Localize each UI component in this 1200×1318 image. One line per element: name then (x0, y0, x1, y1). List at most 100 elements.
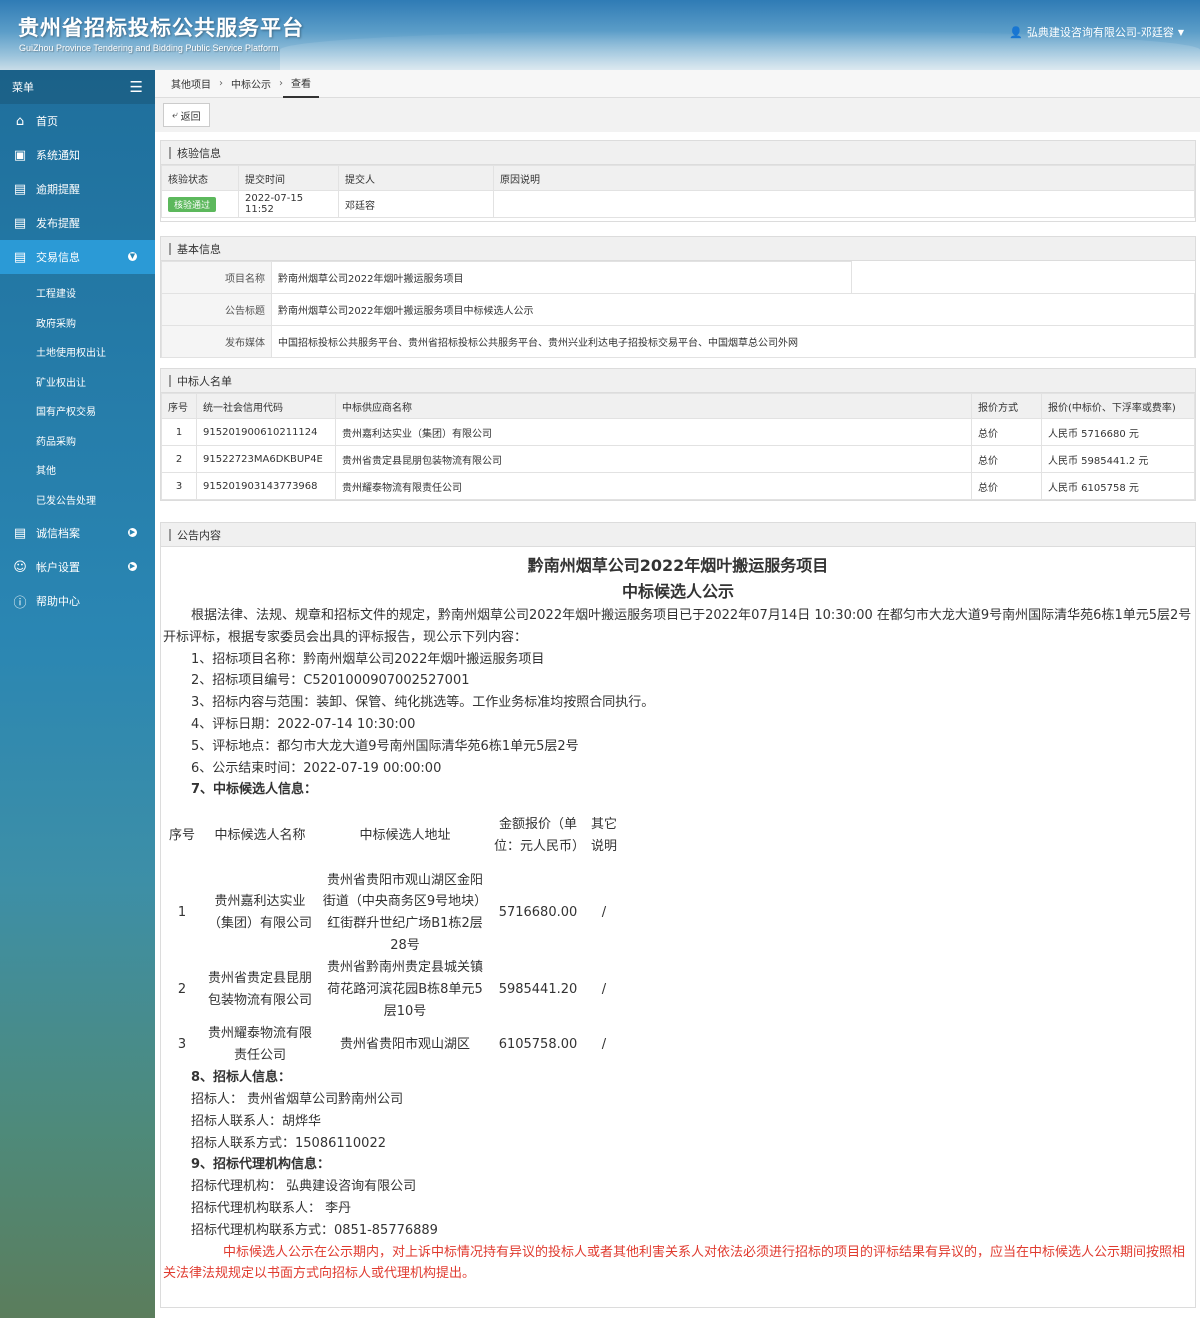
winners-panel: 中标人名单 序号 统一社会信用代码 中标供应商名称 报价方式 报价(中标价、下浮… (160, 368, 1196, 501)
table-cell: 人民币 5985441.2 元 (1041, 445, 1195, 473)
breadcrumb-item-current[interactable]: 查看 (283, 70, 319, 98)
breadcrumb: 其他项目 › 中标公示 › 查看 (155, 70, 1200, 98)
sidebar-item-overdue[interactable]: ▤ 逾期提醒 (0, 172, 155, 206)
candidates-table: 序号 中标候选人名称 中标候选人地址 金额报价（单位：元人民币） 其它说明 1 … (163, 803, 623, 1067)
basic-info-panel: 基本信息 项目名称 黔南州烟草公司2022年烟叶搬运服务项目 公告标题 黔南州烟… (160, 236, 1196, 358)
table-cell: / (601, 982, 607, 998)
announcement-item: 4、评标日期：2022-07-14 10:30:00 (191, 716, 416, 732)
col-header: 序号 (168, 828, 195, 844)
table-cell: 贵州嘉利达实业（集团）有限公司 (335, 418, 972, 446)
title-bar-mark (169, 374, 171, 387)
announcement-subheading: 中标候选人公示 (621, 582, 734, 601)
help-icon: ⓘ (13, 595, 27, 611)
panel-title: 公告内容 (161, 523, 1195, 547)
info-line: 招标人联系方式：15086110022 (191, 1135, 386, 1151)
table-cell: 2 (161, 445, 197, 473)
sidebar-item-label: 帐户设置 (36, 561, 80, 574)
user-icon: ☺ (13, 559, 27, 575)
table-cell: 1 (177, 905, 187, 921)
table-header-row: 序号 中标候选人名称 中标候选人地址 金额报价（单位：元人民币） 其它说明 (163, 803, 623, 869)
title-bar-mark (169, 528, 171, 541)
sidebar-subitem[interactable]: 国有产权交易 (0, 396, 155, 426)
table-cell: 6105758.00 (498, 1037, 578, 1053)
sidebar-subitem[interactable]: 已发公告处理 (0, 485, 155, 515)
site-subtitle: GuiZhou Province Tendering and Bidding P… (19, 43, 279, 53)
announcement-item: 6、公示结束时间：2022-07-19 00:00:00 (191, 760, 442, 776)
user-name: 弘典建设咨询有限公司-邓廷容 (1026, 26, 1174, 39)
verify-panel: 核验信息 核验状态 提交时间 提交人 原因说明 核验通过 2022-07-15 … (160, 140, 1196, 222)
chevron-right-icon: ▶ (128, 528, 137, 537)
sidebar-item-label: 交易信息 (36, 251, 80, 264)
sidebar-subitem[interactable]: 工程建设 (0, 278, 155, 308)
table-row: 1 贵州嘉利达实业（集团）有限公司 贵州省贵阳市观山湖区金阳街道（中央商务区9号… (163, 869, 623, 957)
panel-title: 核验信息 (161, 141, 1195, 165)
col-header: 序号 (161, 393, 197, 419)
info-line: 招标人联系人：胡烨华 (191, 1113, 322, 1129)
table-cell: 邓廷容 (338, 190, 494, 218)
table-cell: / (601, 905, 607, 921)
sidebar-item-publish[interactable]: ▤ 发布提醒 (0, 206, 155, 240)
section-heading: 8、招标人信息： (191, 1070, 292, 1086)
col-header: 提交人 (338, 165, 494, 191)
col-header: 统一社会信用代码 (196, 393, 336, 419)
sidebar-item-trade[interactable]: ▤ 交易信息 ▼ (0, 240, 155, 274)
sidebar-item-notice[interactable]: ▣ 系统通知 (0, 138, 155, 172)
info-line: 招标代理机构： 弘典建设咨询有限公司 (191, 1179, 417, 1195)
back-button[interactable]: ⤶ 返回 (163, 103, 210, 127)
breadcrumb-item[interactable]: 中标公示 (223, 70, 279, 98)
table-cell: 贵州省黔南州贵定县城关镇荷花路河滨花园B栋8单元5层10号 (326, 960, 483, 1020)
announcement-body: 黔南州烟草公司2022年烟叶搬运服务项目 中标候选人公示 根据法律、法规、规章和… (161, 547, 1195, 1285)
announcement-panel: 公告内容 黔南州烟草公司2022年烟叶搬运服务项目 中标候选人公示 根据法律、法… (160, 522, 1196, 1308)
table-cell (493, 190, 1195, 218)
sidebar-item-label: 发布提醒 (36, 217, 80, 230)
col-header: 金额报价（单位：元人民币） (494, 817, 586, 855)
table-cell: 贵州省贵定县昆朋包装物流有限公司 (207, 971, 312, 1009)
chevron-down-icon: ▼ (128, 252, 137, 261)
col-header: 原因说明 (493, 165, 1195, 191)
sidebar-subitem[interactable]: 其他 (0, 455, 155, 485)
info-line: 招标人： 贵州省烟草公司黔南州公司 (191, 1091, 404, 1107)
table-cell: 5985441.20 (498, 982, 578, 998)
table-row: 发布媒体 中国招标投标公共服务平台、贵州省招标投标公共服务平台、贵州兴业利达电子… (161, 325, 1195, 358)
sidebar-item-credit[interactable]: ▤ 诚信档案 ▶ (0, 516, 155, 550)
field-label: 发布媒体 (161, 325, 272, 358)
sidebar-item-label: 帮助中心 (36, 595, 80, 608)
table-cell: 人民币 6105758 元 (1041, 472, 1195, 500)
announcement-item: 2、招标项目编号：C5201000907002527001 (191, 673, 470, 689)
section-heading: 7、中标候选人信息： (191, 782, 318, 798)
panel-title: 中标人名单 (161, 369, 1195, 393)
user-menu[interactable]: 👤 弘典建设咨询有限公司-邓廷容 ▼ (1009, 24, 1184, 40)
top-header: 贵州省招标投标公共服务平台 GuiZhou Province Tendering… (0, 0, 1200, 70)
hamburger-icon[interactable]: ☰ (130, 78, 143, 96)
table-cell: 总价 (971, 418, 1042, 446)
sidebar-item-label: 逾期提醒 (36, 183, 80, 196)
announcement-heading: 黔南州烟草公司2022年烟叶搬运服务项目 (527, 556, 829, 575)
sidebar-submenu: 工程建设 政府采购 土地使用权出让 矿业权出让 国有产权交易 药品采购 其他 已… (0, 274, 155, 516)
winners-table: 序号 统一社会信用代码 中标供应商名称 报价方式 报价(中标价、下浮率或费率) … (161, 393, 1195, 500)
sidebar-item-home[interactable]: ⌂ 首页 (0, 104, 155, 138)
sidebar-subitem[interactable]: 土地使用权出让 (0, 337, 155, 367)
sidebar-subitem[interactable]: 矿业权出让 (0, 367, 155, 397)
back-icon: ⤶ (172, 109, 178, 121)
table-cell: 贵州省贵定县昆朋包装物流有限公司 (335, 445, 972, 473)
col-header: 中标候选人名称 (214, 828, 306, 844)
table-row: 3 贵州耀泰物流有限责任公司 贵州省贵阳市观山湖区 6105758.00 / (163, 1023, 623, 1067)
list-icon: ▤ (13, 249, 27, 265)
table-cell: 贵州省贵阳市观山湖区 (339, 1037, 470, 1053)
sidebar-item-account[interactable]: ☺ 帐户设置 ▶ (0, 550, 155, 584)
breadcrumb-item[interactable]: 其他项目 (163, 70, 219, 98)
list-icon: ▤ (13, 525, 27, 541)
table-cell: 贵州耀泰物流有限责任公司 (207, 1026, 312, 1064)
main-content: 其他项目 › 中标公示 › 查看 ⤶ 返回 核验信息 核验状态 提交时间 提交人… (155, 70, 1200, 1318)
table-row: 2 91522723MA6DKBUP4E 贵州省贵定县昆朋包装物流有限公司 总价… (161, 445, 1195, 473)
sidebar-subitem[interactable]: 政府采购 (0, 308, 155, 338)
sidebar-subitem[interactable]: 药品采购 (0, 426, 155, 456)
table-cell: 贵州省贵阳市观山湖区金阳街道（中央商务区9号地块）红街群升世纪广场B1栋2层28… (322, 872, 488, 953)
basic-info-table: 项目名称 黔南州烟草公司2022年烟叶搬运服务项目 公告标题 黔南州烟草公司20… (161, 261, 1195, 358)
table-cell: 3 (177, 1037, 187, 1053)
sidebar-item-help[interactable]: ⓘ 帮助中心 (0, 584, 155, 618)
table-cell: 915201903143773968 (196, 472, 336, 500)
field-value: 中国招标投标公共服务平台、贵州省招标投标公共服务平台、贵州兴业利达电子招投标交易… (271, 325, 1195, 358)
panel-title: 基本信息 (161, 237, 1195, 261)
info-line: 招标代理机构联系方式：0851-85776889 (191, 1222, 438, 1238)
